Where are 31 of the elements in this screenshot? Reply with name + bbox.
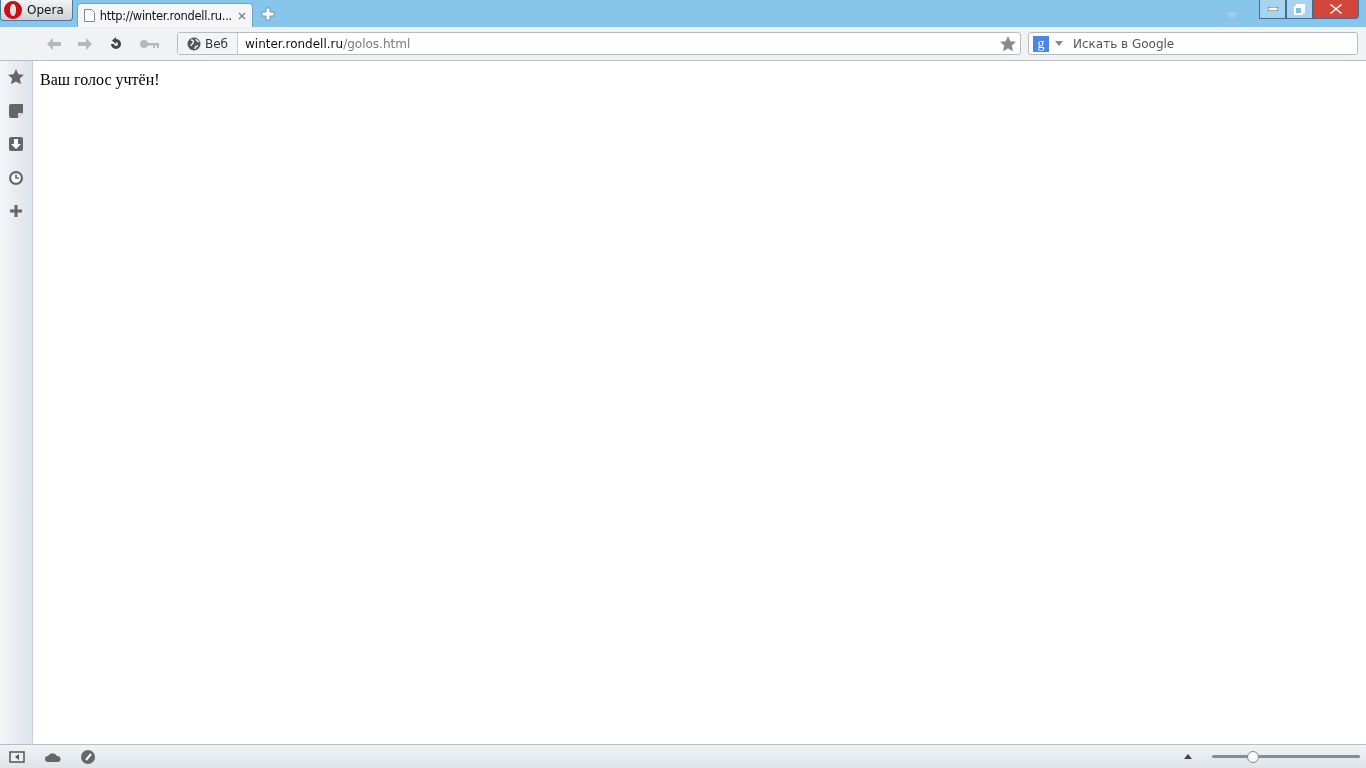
page-message: Ваш голос учтён! [40,71,161,89]
close-button[interactable] [1313,0,1359,19]
zoom-slider-thumb[interactable] [1247,750,1260,763]
panel-toggle-icon[interactable] [9,750,25,763]
minimize-icon [1267,7,1278,11]
clock-icon[interactable] [8,170,24,186]
plus-icon[interactable] [10,205,22,217]
minimize-button[interactable] [1259,0,1286,19]
google-icon[interactable]: g [1033,35,1049,52]
opera-menu-button[interactable]: Opera [0,0,73,21]
web-badge[interactable]: Веб [178,33,238,54]
address-field[interactable]: Веб winter.rondell.ru/golos.html [177,32,1021,55]
search-field[interactable]: g Искать в Google [1028,32,1358,55]
page-icon [83,9,95,22]
cloud-icon[interactable] [45,751,61,762]
dropdown-arrow-icon[interactable] [1055,41,1063,46]
reload-icon[interactable] [109,36,123,51]
url-text: winter.rondell.ru/golos.html [244,36,412,51]
note-icon[interactable] [9,104,23,118]
star-icon[interactable] [8,69,24,85]
close-icon[interactable] [237,11,246,20]
tab-title: http://winter.rondell.ru... [99,8,233,23]
close-icon [1330,4,1342,14]
restore-icon [1294,3,1305,15]
star-icon[interactable] [1000,35,1016,52]
up-arrow-icon[interactable] [1184,754,1192,759]
opera-logo-icon [3,0,23,20]
globe-icon [187,36,201,51]
browser-tab[interactable]: http://winter.rondell.ru... [76,3,253,27]
restore-button[interactable] [1286,0,1313,19]
download-icon[interactable] [9,137,23,151]
